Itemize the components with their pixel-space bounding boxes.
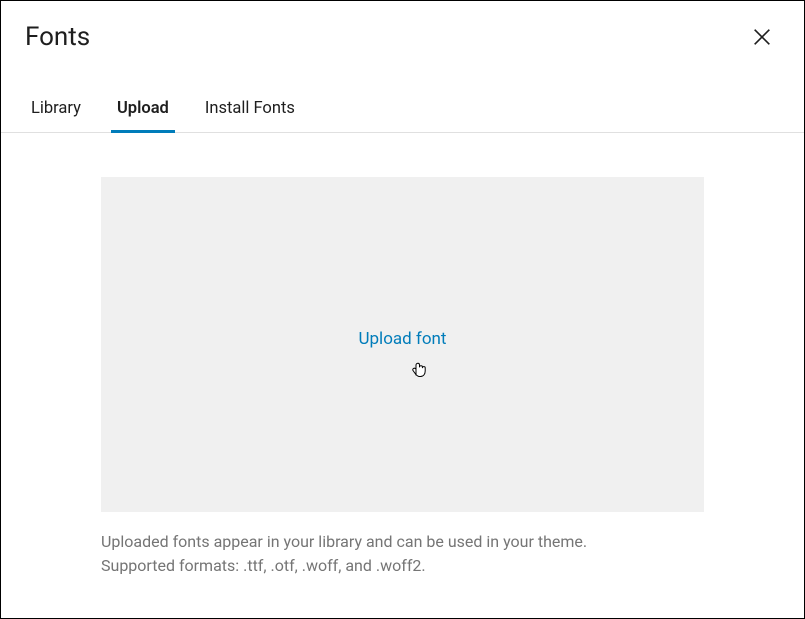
tabs: Library Upload Install Fonts	[1, 87, 804, 133]
modal-header: Fonts	[1, 1, 804, 67]
helper-line-2: Supported formats: .ttf, .otf, .woff, an…	[101, 554, 704, 578]
content-area: Upload font Uploaded fonts appear in you…	[1, 133, 804, 598]
helper-text: Uploaded fonts appear in your library an…	[101, 530, 704, 578]
upload-font-link[interactable]: Upload font	[358, 329, 446, 349]
helper-line-1: Uploaded fonts appear in your library an…	[101, 530, 704, 554]
tab-install-fonts[interactable]: Install Fonts	[199, 87, 301, 132]
tab-upload[interactable]: Upload	[111, 87, 175, 132]
close-button[interactable]	[744, 19, 780, 55]
upload-dropzone[interactable]: Upload font	[101, 177, 704, 512]
pointer-cursor-icon	[409, 357, 429, 379]
close-icon	[751, 26, 773, 48]
tab-library[interactable]: Library	[25, 87, 87, 132]
modal-title: Fonts	[25, 22, 90, 52]
